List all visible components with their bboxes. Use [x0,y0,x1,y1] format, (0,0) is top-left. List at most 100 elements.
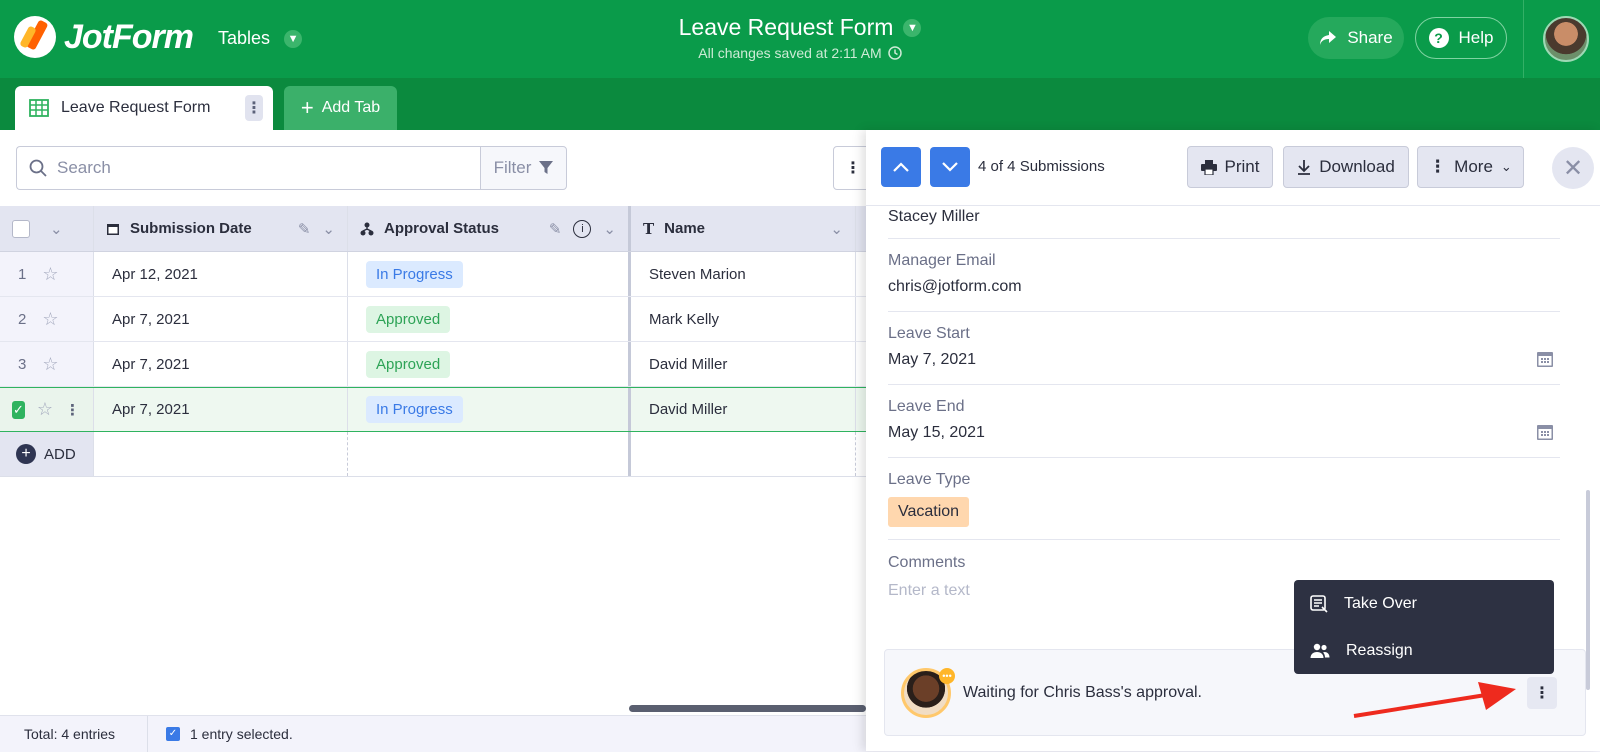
chevron-down-icon: ⌄ [1500,159,1512,174]
calendar-icon [107,223,119,235]
approval-status-cell[interactable]: In Progress [348,252,631,296]
add-tab-button[interactable]: + Add Tab [284,86,397,130]
column-label: Approval Status [384,220,500,237]
help-button[interactable]: ? Help [1415,17,1507,59]
download-button[interactable]: Download [1283,146,1409,188]
jotform-logo[interactable]: JotForm [14,16,194,58]
horizontal-scrollbar[interactable] [629,705,866,712]
menu-item-label: Reassign [1346,641,1413,659]
share-label: Share [1347,28,1393,47]
tab-leave-request-form[interactable]: Leave Request Form ⋮ [15,86,273,130]
submission-date-cell[interactable]: Apr 7, 2021 [94,388,348,431]
filter-button[interactable]: Filter [480,146,567,190]
field-manager-email[interactable]: Manager Email chris@jotform.com [888,239,1560,312]
name-cell[interactable]: Mark Kelly [631,297,856,341]
approval-status-cell[interactable]: Approved [348,297,631,341]
select-all-checkbox[interactable] [12,219,30,238]
more-button[interactable]: ⋮ More ⌄ [1417,146,1524,188]
chevron-down-icon[interactable]: ⌄ [50,220,63,238]
workflow-icon [360,222,374,235]
share-button[interactable]: Share [1308,17,1404,59]
name-cell[interactable]: Steven Marion [631,252,856,296]
previous-submission-button[interactable] [881,147,921,187]
star-icon[interactable]: ☆ [37,399,53,420]
close-panel-button[interactable]: ✕ [1552,147,1594,189]
submission-date-cell[interactable]: Apr 7, 2021 [94,342,348,386]
submission-date-cell[interactable]: Apr 7, 2021 [94,297,348,341]
text-type-icon: T [643,219,655,238]
take-over-icon [1310,594,1328,613]
column-actions: ✎ i ⌄ [549,219,616,238]
submission-date-cell[interactable]: Apr 12, 2021 [94,252,348,296]
chevron-down-icon[interactable]: ⌄ [603,220,616,238]
field-leave-type[interactable]: Leave Type Vacation [888,458,1560,540]
chevron-up-icon [893,162,909,172]
print-button[interactable]: Print [1187,146,1273,188]
menu-item-label: Take Over [1344,594,1417,612]
form-title-area: Leave Request Form ▼ All changes saved a… [600,14,1000,63]
pin-icon[interactable]: ✎ [298,220,311,238]
panel-scrollbar[interactable] [1586,490,1590,690]
add-row-button[interactable]: + ADD [0,432,94,476]
more-label: More [1454,157,1493,176]
approval-options-button[interactable]: ⋮ [1527,677,1557,709]
chevron-down-icon[interactable]: ⌄ [322,220,335,238]
submission-fields: Stacey Miller Manager Email chris@jotfor… [888,206,1560,632]
tab-options-icon[interactable]: ⋮ [245,95,263,121]
field-label: Leave End [888,398,965,415]
calendar-icon[interactable] [1536,423,1554,441]
column-header-name[interactable]: T Name ⌄ [631,206,856,251]
search-input[interactable]: Search [16,146,480,190]
field-label: Leave Type [888,471,971,488]
menu-item-take-over[interactable]: Take Over [1294,580,1554,627]
approval-status-cell[interactable]: In Progress [348,388,631,431]
field-value: May 7, 2021 [888,351,977,368]
status-badge: In Progress [366,396,463,423]
approval-text: Waiting for Chris Bass's approval. [963,684,1202,701]
star-icon[interactable]: ☆ [42,264,58,285]
jotform-logo-icon [14,16,56,58]
table-row-selected[interactable]: ✓ ☆ ⋮ Apr 7, 2021 In Progress David Mill… [0,387,866,432]
column-header-submission-date[interactable]: Submission Date ✎ ⌄ [94,206,348,251]
column-header-approval-status[interactable]: Approval Status ✎ i ⌄ [348,206,631,251]
table-row[interactable]: 3 ☆ Apr 7, 2021 Approved David Miller [0,342,866,387]
approval-status-cell[interactable]: Approved [348,342,631,386]
form-title[interactable]: Leave Request Form ▼ [679,14,922,41]
data-grid: ⌄ Submission Date ✎ ⌄ Approval Status ✎ i… [0,206,866,477]
field-leave-start[interactable]: Leave Start May 7, 2021 [888,312,1560,385]
table-row[interactable]: 2 ☆ Apr 7, 2021 Approved Mark Kelly [0,297,866,342]
select-all-cell[interactable]: ⌄ [0,206,94,251]
star-icon[interactable]: ☆ [42,354,58,375]
pin-icon[interactable]: ✎ [549,220,562,238]
field-name[interactable]: Stacey Miller [888,208,1560,239]
printer-icon [1200,159,1217,175]
search-icon [29,159,47,177]
row-checkbox[interactable]: ✓ [12,400,25,419]
share-arrow-icon [1320,31,1337,45]
table-view: Search Filter ⋮ ⌄ Submission Date ✎ ⌄ App… [0,130,873,751]
calendar-icon[interactable] [1536,350,1554,368]
row-options-icon[interactable]: ⋮ [65,401,80,419]
field-value: Stacey Miller [888,208,980,225]
row-select-cell: ✓ ☆ ⋮ [0,388,94,431]
name-cell[interactable]: David Miller [631,388,856,431]
tables-menu[interactable]: Tables ▼ [218,28,303,49]
add-row: + ADD [0,432,866,477]
row-number: 2 [18,310,27,328]
next-submission-button[interactable] [930,147,970,187]
name-cell[interactable]: David Miller [631,342,856,386]
user-avatar[interactable] [1543,16,1589,62]
print-label: Print [1224,157,1260,176]
chevron-down-icon[interactable]: ⌄ [830,220,843,238]
menu-item-reassign[interactable]: Reassign [1294,627,1554,674]
download-label: Download [1319,157,1395,176]
field-leave-end[interactable]: Leave End May 15, 2021 [888,385,1560,458]
star-icon[interactable]: ☆ [42,309,58,330]
table-row[interactable]: 1 ☆ Apr 12, 2021 In Progress Steven Mario… [0,252,866,297]
kebab-icon: ⋮ [1429,157,1447,176]
field-value: May 15, 2021 [888,424,985,441]
form-title-text: Leave Request Form [678,14,894,40]
info-icon[interactable]: i [573,219,592,238]
add-row-label: ADD [44,445,76,463]
header-row: ⌄ Submission Date ✎ ⌄ Approval Status ✎ i… [0,206,866,252]
